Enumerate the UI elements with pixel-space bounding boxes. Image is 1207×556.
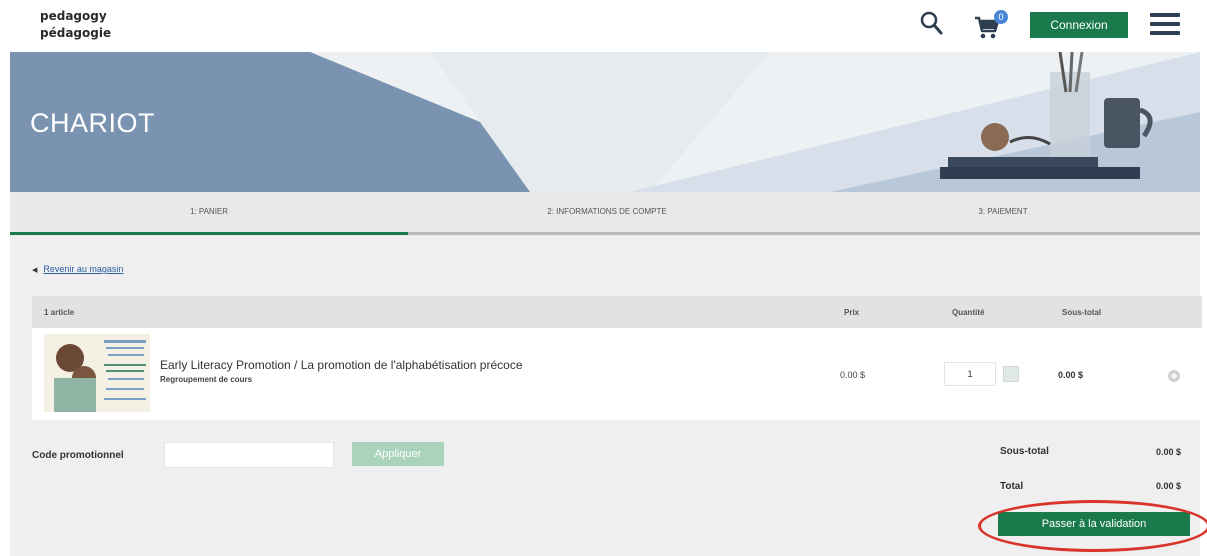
cart-count-badge: 0 — [994, 10, 1008, 24]
back-to-store-link[interactable]: ◀ Revenir au magasin — [32, 264, 123, 274]
search-icon — [920, 11, 943, 35]
step-account-info[interactable]: 2: INFORMATIONS DE COMPTE — [408, 192, 806, 236]
banner-background — [10, 52, 1200, 192]
login-button[interactable]: Connexion — [1030, 12, 1128, 38]
back-to-store-label: Revenir au magasin — [43, 264, 124, 274]
product-title[interactable]: Early Literacy Promotion / La promotion … — [160, 358, 523, 372]
logo[interactable]: pedagogy pédagogie — [40, 8, 160, 46]
step-progress-active — [10, 232, 408, 235]
step-cart[interactable]: 1: PANIER — [10, 192, 408, 236]
search-button[interactable] — [920, 10, 946, 38]
site-header: pedagogy pédagogie 0 Connexion — [0, 0, 1207, 52]
quantity-update-button[interactable] — [1003, 366, 1019, 382]
cart-main: ◀ Revenir au magasin 1 article Prix Quant… — [10, 236, 1207, 556]
cart-button[interactable]: 0 — [974, 10, 1010, 40]
promo-code-input[interactable] — [164, 442, 334, 468]
summary-subtotal-label: Sous-total — [1000, 446, 1049, 457]
page-banner: CHARIOT — [10, 52, 1200, 192]
apply-promo-button[interactable]: Appliquer — [352, 442, 444, 466]
product-thumbnail[interactable] — [44, 334, 150, 412]
summary-total-value: 0.00 $ — [1156, 481, 1182, 491]
chevron-left-icon: ◀ — [32, 267, 38, 274]
promo-code-label: Code promotionnel — [32, 450, 124, 461]
header-quantity: Quantité — [952, 308, 985, 317]
summary-subtotal-value: 0.00 $ — [1156, 447, 1182, 457]
product-image — [44, 334, 150, 412]
product-subtotal: 0.00 $ — [1058, 370, 1084, 380]
product-subtitle: Regroupement de cours — [160, 375, 253, 384]
table-row: Early Literacy Promotion / La promotion … — [32, 328, 1202, 420]
product-price: 0.00 $ — [840, 370, 866, 380]
highlight-circle — [978, 500, 1207, 552]
remove-icon[interactable] — [1168, 370, 1180, 382]
menu-icon[interactable] — [1150, 13, 1180, 37]
header-subtotal: Sous-total — [1062, 308, 1102, 317]
cart-table-header: 1 article Prix Quantité Sous-total — [32, 296, 1202, 328]
logo-line-fr: pédagogie — [40, 26, 112, 40]
summary-total-label: Total — [1000, 481, 1024, 492]
header-price: Prix — [844, 308, 860, 317]
header-items: 1 article — [44, 308, 75, 317]
checkout-steps: 1: PANIER 2: INFORMATIONS DE COMPTE 3: P… — [10, 192, 1200, 236]
quantity-input[interactable]: 1 — [944, 362, 996, 386]
page-title: CHARIOT — [30, 108, 155, 138]
step-payment[interactable]: 3: PAIEMENT — [806, 192, 1200, 236]
logo-line-en: pedagogy — [40, 9, 107, 23]
